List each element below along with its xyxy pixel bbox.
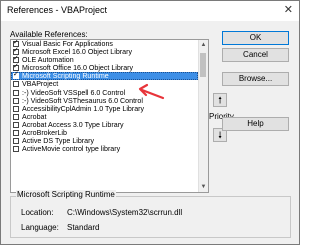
reference-row[interactable]: Visual Basic For Applications: [11, 40, 198, 48]
references-list[interactable]: Visual Basic For ApplicationsMicrosoft E…: [10, 39, 209, 193]
location-label: Location:: [21, 208, 54, 217]
scroll-down-icon[interactable]: ▼: [200, 183, 207, 191]
reference-label: Active DS Type Library: [22, 137, 95, 146]
arrow-down-icon: 🠗: [218, 130, 222, 140]
language-value: Standard: [67, 223, 100, 232]
reference-label: Microsoft Office 16.0 Object Library: [22, 64, 134, 73]
reference-row[interactable]: Acrobat Access 3.0 Type Library: [11, 121, 198, 129]
reference-row[interactable]: VBAProject: [11, 80, 198, 88]
reference-row[interactable]: ActiveMovie control type library: [11, 145, 198, 153]
reference-label: :-) VideoSoft VSSpell 6.0 Control: [22, 88, 126, 97]
reference-checkbox[interactable]: [13, 146, 19, 153]
reference-label: OLE Automation: [22, 56, 74, 65]
reference-checkbox[interactable]: [13, 71, 19, 79]
reference-checkbox[interactable]: [13, 63, 19, 71]
location-value: C:\Windows\System32\scrrun.dll: [67, 208, 183, 217]
available-references-label: Available References:: [10, 30, 88, 39]
scroll-thumb[interactable]: [200, 53, 206, 77]
reference-row[interactable]: AcroBrokerLib: [11, 129, 198, 137]
reference-checkbox[interactable]: [13, 89, 19, 96]
reference-checkbox[interactable]: [13, 97, 19, 104]
reference-label: VBAProject: [22, 80, 59, 89]
browse-button[interactable]: Browse...: [222, 72, 289, 86]
reference-checkbox[interactable]: [13, 81, 19, 88]
reference-label: Visual Basic For Applications: [22, 40, 113, 48]
reference-row[interactable]: Acrobat: [11, 113, 198, 121]
help-button[interactable]: Help: [222, 117, 289, 131]
reference-checkbox[interactable]: [13, 105, 19, 112]
ok-button[interactable]: OK: [222, 31, 289, 45]
cancel-button[interactable]: Cancel: [222, 48, 289, 62]
reference-label: ActiveMovie control type library: [22, 145, 121, 154]
arrow-up-icon: 🠕: [218, 95, 222, 105]
reference-label: Acrobat Access 3.0 Type Library: [22, 120, 124, 129]
reference-label: Acrobat: [22, 112, 47, 121]
close-icon[interactable]: ✕: [284, 3, 293, 17]
reference-checkbox[interactable]: [13, 138, 19, 145]
reference-checkbox[interactable]: [13, 40, 19, 47]
priority-up-button[interactable]: 🠕: [213, 93, 227, 107]
reference-checkbox[interactable]: [13, 121, 19, 128]
references-list-items: Visual Basic For ApplicationsMicrosoft E…: [11, 40, 198, 153]
language-label: Language:: [21, 223, 59, 232]
vertical-scrollbar[interactable]: ▲ ▼: [198, 40, 208, 192]
reference-checkbox[interactable]: [13, 113, 19, 120]
reference-row[interactable]: OLE Automation: [11, 55, 198, 65]
reference-row[interactable]: Microsoft Office 16.0 Object Library: [11, 63, 198, 73]
reference-label: Microsoft Scripting Runtime: [22, 72, 109, 81]
reference-checkbox[interactable]: [13, 130, 19, 137]
reference-row[interactable]: Active DS Type Library: [11, 137, 198, 145]
reference-row[interactable]: Microsoft Excel 16.0 Object Library: [11, 47, 198, 57]
reference-checkbox[interactable]: [13, 55, 19, 63]
reference-row[interactable]: :-) VideoSoft VSThesaurus 6.0 Control: [11, 97, 198, 105]
reference-row[interactable]: :-) VideoSoft VSSpell 6.0 Control: [11, 89, 198, 97]
scroll-up-icon[interactable]: ▲: [200, 41, 207, 49]
window-title: References - VBAProject: [7, 5, 108, 15]
title-bar: References - VBAProject ✕: [1, 1, 299, 21]
details-title: Microsoft Scripting Runtime: [16, 190, 116, 199]
reference-label: AccessibilityCplAdmin 1.0 Type Library: [22, 104, 145, 113]
references-dialog: References - VBAProject ✕ Available Refe…: [0, 0, 300, 245]
reference-label: AcroBrokerLib: [22, 129, 67, 138]
reference-checkbox[interactable]: [13, 47, 19, 55]
reference-label: :-) VideoSoft VSThesaurus 6.0 Control: [22, 96, 143, 105]
reference-label: Microsoft Excel 16.0 Object Library: [22, 48, 132, 57]
reference-row[interactable]: AccessibilityCplAdmin 1.0 Type Library: [11, 105, 198, 113]
reference-row[interactable]: Microsoft Scripting Runtime: [11, 71, 198, 81]
